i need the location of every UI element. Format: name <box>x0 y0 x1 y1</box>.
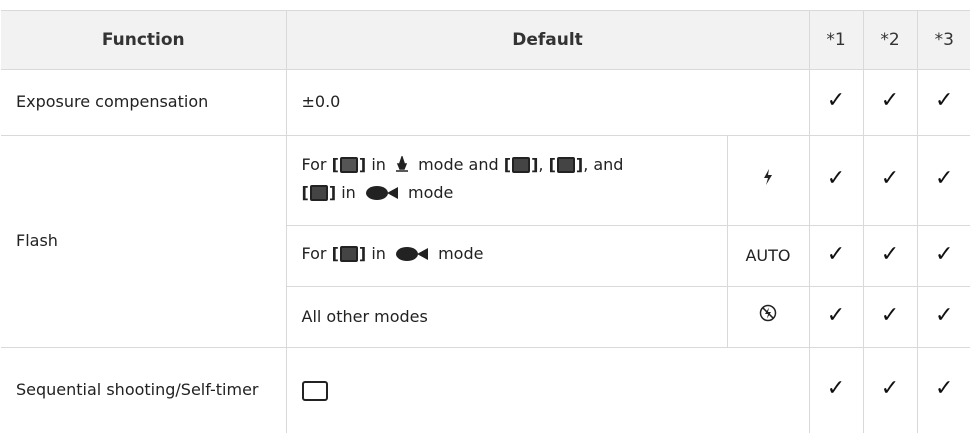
check-cell: ✓ <box>862 286 918 348</box>
check-icon: ✓ <box>880 241 900 267</box>
check-cell: ✓ <box>862 347 918 433</box>
header-note-2: *2 <box>862 10 918 70</box>
underwater-icon <box>395 244 429 270</box>
header-default: Default <box>285 10 810 70</box>
check-cell: ✓ <box>916 347 970 433</box>
header-row: Function Default *1 *2 *3 <box>1 10 970 70</box>
function-cell: Exposure compensation <box>1 69 287 136</box>
flash-off-icon <box>726 286 810 348</box>
macro-icon <box>395 154 409 180</box>
default-cell: For [] in mode <box>285 225 728 287</box>
check-icon: ✓ <box>935 241 954 267</box>
check-cell: ✓ <box>808 286 864 348</box>
function-cell: Sequential shooting/Self-timer <box>1 347 287 433</box>
check-cell: ✓ <box>916 135 970 226</box>
check-icon: ✓ <box>826 376 846 402</box>
default-cell <box>285 347 810 433</box>
check-cell: ✓ <box>808 225 864 287</box>
check-cell: ✓ <box>808 69 864 136</box>
default-cell: ±0.0 <box>285 69 810 136</box>
check-cell: ✓ <box>808 347 864 433</box>
check-cell: ✓ <box>862 135 918 226</box>
header-function: Function <box>1 10 287 70</box>
check-cell: ✓ <box>916 225 970 287</box>
check-cell: ✓ <box>862 225 918 287</box>
check-icon: ✓ <box>826 166 846 192</box>
check-cell: ✓ <box>916 286 970 348</box>
check-icon: ✓ <box>880 376 900 402</box>
underwater-wide-icon <box>556 156 575 173</box>
check-cell: ✓ <box>808 135 864 226</box>
single-frame-icon <box>301 380 328 401</box>
check-icon: ✓ <box>826 88 846 114</box>
underwater-icon <box>365 183 399 209</box>
check-icon: ✓ <box>935 88 954 114</box>
header-note-3: *3 <box>916 10 970 70</box>
table-row: Sequential shooting/Self-timer ✓ ✓ ✓ <box>1 347 970 433</box>
check-icon: ✓ <box>880 166 900 192</box>
check-cell: ✓ <box>916 69 970 136</box>
check-icon: ✓ <box>826 302 846 328</box>
flash-auto-value: AUTO <box>726 225 810 287</box>
default-cell: All other modes <box>285 286 728 348</box>
check-icon: ✓ <box>880 88 900 114</box>
underwater-flash-icon <box>339 246 358 263</box>
check-icon: ✓ <box>826 241 846 267</box>
check-cell: ✓ <box>862 69 918 136</box>
settings-table: Function Default *1 *2 *3 Exposure compe… <box>1 10 970 433</box>
table-row: Flash For [] in mode and [], [], and [] … <box>1 135 970 348</box>
default-cell: For [] in mode and [], [], and [] in mod… <box>285 135 728 226</box>
check-icon: ✓ <box>880 302 900 328</box>
underwater-macro-icon <box>309 185 328 201</box>
macro-mode-icon <box>339 156 358 173</box>
table-row: Exposure compensation ±0.0 ✓ ✓ ✓ <box>1 69 970 136</box>
function-cell: Flash <box>1 135 287 348</box>
check-icon: ✓ <box>935 302 954 328</box>
flash-on-icon <box>726 135 810 226</box>
underwater-mode-icon <box>512 156 531 173</box>
check-icon: ✓ <box>935 376 954 402</box>
check-icon: ✓ <box>935 166 954 192</box>
header-note-1: *1 <box>808 10 864 70</box>
